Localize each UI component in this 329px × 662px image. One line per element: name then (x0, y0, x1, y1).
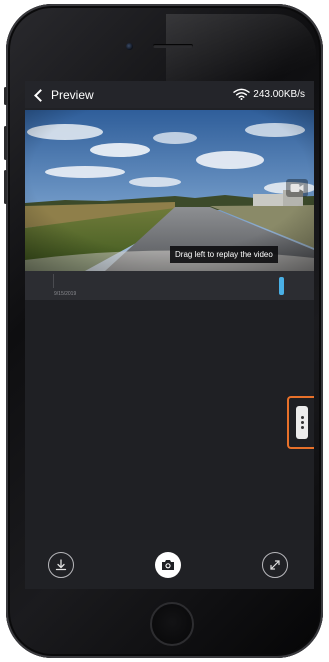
timeline-date: 9/15/2019 (54, 291, 77, 297)
earpiece-speaker (153, 44, 193, 48)
replay-hint-tooltip: Drag left to replay the video (170, 246, 278, 263)
snapshot-button[interactable] (155, 552, 181, 578)
download-icon (55, 559, 67, 571)
nav-bar: Preview 243.00KB/s (25, 81, 314, 108)
back-button[interactable]: Preview (34, 87, 94, 103)
volume-down-button (4, 170, 7, 204)
fullscreen-button[interactable] (262, 552, 288, 578)
wifi-icon (233, 88, 250, 100)
dot (300, 426, 304, 429)
dot (300, 416, 304, 419)
dot (300, 421, 304, 424)
back-label: Preview (51, 88, 94, 102)
timeline-tick (53, 274, 54, 288)
side-menu-handle[interactable] (287, 396, 314, 449)
bottom-toolbar (25, 543, 314, 589)
video-area: Drag left to replay the video 9/15/2019 (25, 110, 314, 300)
live-video-feed[interactable]: Drag left to replay the video (25, 110, 314, 271)
video-camera-icon[interactable] (286, 179, 308, 197)
video-camera-glyph (290, 184, 304, 192)
network-speed: 243.00KB/s (233, 88, 305, 100)
download-button[interactable] (48, 552, 74, 578)
content-area (25, 300, 314, 540)
home-button[interactable] (150, 602, 194, 646)
expand-icon (270, 560, 280, 570)
volume-up-button (4, 126, 7, 160)
more-vertical-icon (296, 406, 308, 439)
chevron-left-icon (34, 88, 47, 102)
timeline-playhead[interactable] (279, 277, 284, 295)
front-camera (126, 43, 133, 50)
mute-switch (4, 87, 7, 105)
camera-icon (162, 560, 174, 570)
playback-timeline[interactable]: 9/15/2019 (25, 271, 314, 300)
network-speed-value: 243.00KB/s (253, 88, 305, 100)
app-screen: Preview 243.00KB/s Drag left to replay t… (25, 81, 314, 589)
